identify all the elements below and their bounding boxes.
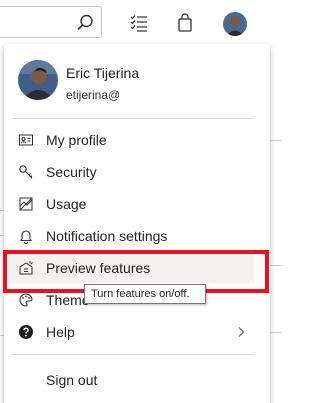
menu-item-label: Usage [46, 196, 87, 212]
key-icon [19, 165, 33, 179]
sign-out-button[interactable]: Sign out [4, 365, 270, 395]
usage-icon [19, 197, 33, 211]
search-icon[interactable] [75, 13, 95, 33]
menu-item-label: My profile [46, 132, 107, 148]
shopping-bag-icon[interactable] [174, 12, 196, 34]
help-icon [19, 325, 33, 339]
contact-card-icon [19, 134, 33, 146]
menu-item-help[interactable]: Help [4, 317, 270, 347]
tooltip: Turn features on/off. [84, 284, 206, 304]
background-divider [270, 140, 282, 141]
menu-divider [12, 118, 254, 119]
avatar[interactable] [223, 12, 247, 36]
menu-item-security[interactable]: Security [4, 157, 270, 187]
menu-item-notification-settings[interactable]: Notification settings [4, 221, 270, 251]
top-bar [0, 0, 282, 46]
task-list-icon[interactable] [128, 12, 150, 34]
bell-icon [19, 230, 33, 244]
profile-avatar [18, 60, 58, 100]
background-divider [270, 265, 282, 266]
palette-icon [19, 293, 33, 307]
menu-item-label: Notification settings [46, 228, 168, 244]
search-box[interactable] [0, 6, 102, 38]
sign-out-label: Sign out [46, 372, 98, 388]
menu-item-label: Help [46, 324, 75, 340]
menu-item-usage[interactable]: Usage [4, 189, 270, 219]
menu-item-my-profile[interactable]: My profile [4, 125, 270, 155]
background-divider [270, 332, 282, 333]
profile-menu: Eric Tijerina etijerina@ My profile Secu… [4, 44, 270, 403]
chevron-right-icon [238, 327, 245, 337]
user-name: Eric Tijerina [66, 65, 140, 81]
menu-divider [12, 354, 254, 355]
menu-item-label: Security [46, 164, 97, 180]
user-email: etijerina@ [66, 88, 121, 102]
profile-header: Eric Tijerina etijerina@ [4, 44, 270, 118]
